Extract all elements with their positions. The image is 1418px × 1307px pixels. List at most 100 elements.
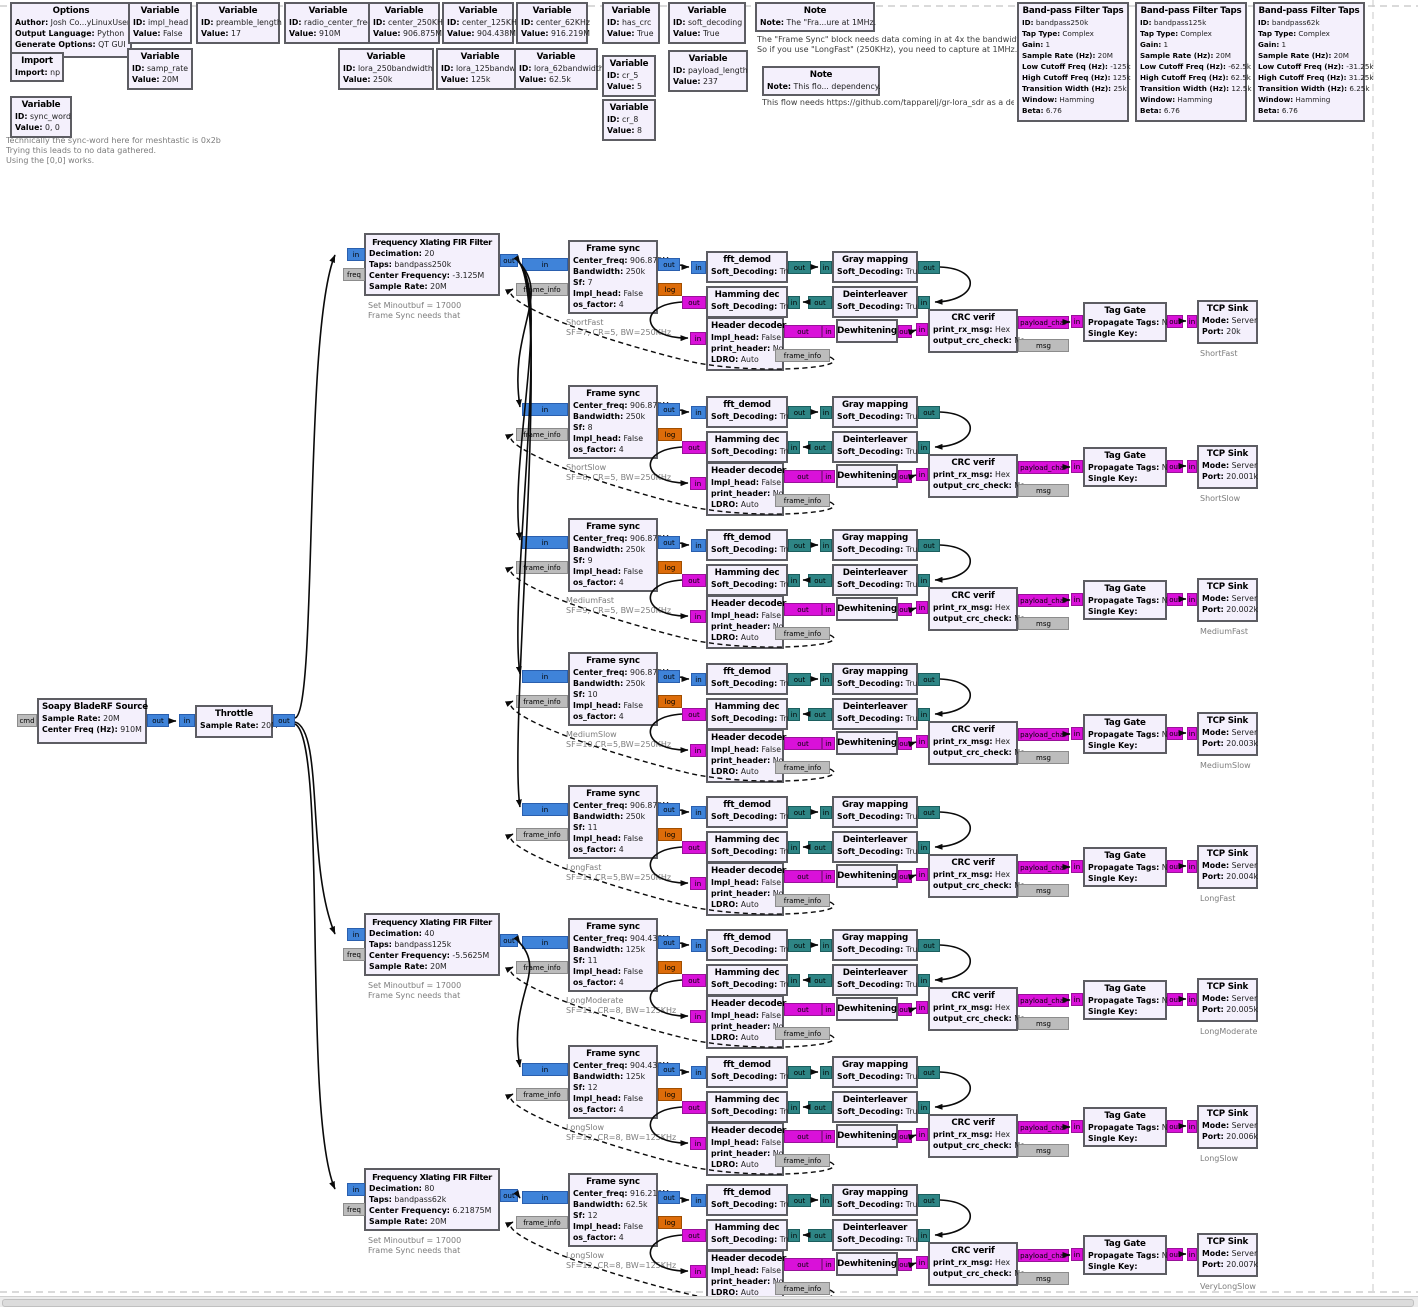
dewhitening-block-0[interactable]: Dewhitening — [836, 319, 898, 343]
port-ham0-in[interactable]: in — [788, 296, 800, 309]
port-crc2-payload[interactable]: payload_char — [1018, 594, 1069, 607]
port-deint7-in[interactable]: in — [918, 1229, 930, 1242]
tag-gate-block-2[interactable]: Tag GatePropagate Tags: NoSingle Key: — [1083, 580, 1167, 620]
port-ham7-in[interactable]: in — [788, 1229, 800, 1242]
port-hdr3-frame-info[interactable]: frame_info — [775, 761, 830, 774]
port-deint4-in[interactable]: in — [918, 841, 930, 854]
port-dewhit3-in[interactable]: in — [822, 737, 835, 750]
port-hdr5-out[interactable]: out — [784, 1003, 822, 1016]
port-ham2-in[interactable]: in — [788, 574, 800, 587]
frame-sync-block-3[interactable]: Frame syncCenter_freq: 906.875MBandwidth… — [568, 652, 658, 726]
frame-sync-block-1[interactable]: Frame syncCenter_freq: 906.875MBandwidth… — [568, 385, 658, 459]
soapy-bladerf-source-block[interactable]: Soapy BladeRF SourceSample Rate: 20MCent… — [37, 698, 147, 744]
port-tag3-in[interactable]: in — [1071, 727, 1083, 740]
crc-verif-block-6[interactable]: CRC verifprint_rx_msg: Hexoutput_crc_che… — [928, 1114, 1018, 1158]
port-fs0-in[interactable]: in — [522, 258, 568, 271]
port-dewhit1-out[interactable]: out — [898, 470, 912, 483]
port-throttle-out[interactable]: out — [273, 714, 295, 727]
deinterleaver-block-6[interactable]: DeinterleaverSoft_Decoding: True — [832, 1091, 918, 1123]
port-crc6-in[interactable]: in — [916, 1128, 928, 1141]
port-fft1-in[interactable]: in — [691, 406, 706, 419]
port-fft6-out[interactable]: out — [788, 1066, 811, 1079]
port-hdr7-out[interactable]: out — [784, 1258, 822, 1271]
port-hdr5-in[interactable]: in — [690, 1010, 706, 1023]
tag-gate-block-5[interactable]: Tag GatePropagate Tags: NoSingle Key: — [1083, 980, 1167, 1020]
fft-demod-block-2[interactable]: fft_demodSoft_Decoding: True — [706, 529, 788, 561]
port-fs4-log[interactable]: log — [658, 828, 682, 841]
variable-block-lora_125bandwidth[interactable]: VariableID: lora_125bandwidthValue: 125k — [436, 48, 524, 90]
header-decoder-block-0[interactable]: Header decoderImpl_head: Falseprint_head… — [706, 317, 784, 371]
fft-demod-block-3[interactable]: fft_demodSoft_Decoding: True — [706, 663, 788, 695]
tcp-sink-block-0[interactable]: TCP SinkMode: ServerPort: 20k — [1197, 300, 1258, 344]
port-gray6-out[interactable]: out — [918, 1066, 940, 1079]
port-fs7-out[interactable]: out — [658, 1191, 680, 1204]
port-hdr6-in[interactable]: in — [690, 1137, 706, 1150]
port-gray2-in[interactable]: in — [820, 539, 832, 552]
port-crc6-payload[interactable]: payload_char — [1018, 1121, 1069, 1134]
deinterleaver-block-1[interactable]: DeinterleaverSoft_Decoding: True — [832, 431, 918, 463]
port-deint3-out[interactable]: out — [808, 708, 832, 721]
frame-sync-block-4[interactable]: Frame syncCenter_freq: 906.875MBandwidth… — [568, 785, 658, 859]
port-fs6-out[interactable]: out — [658, 1063, 680, 1076]
hamming-dec-block-3[interactable]: Hamming decSoft_Decoding: True — [706, 698, 788, 730]
freq-xlating-fir-filter-block-1[interactable]: Frequency Xlating FIR FilterDecimation: … — [364, 913, 500, 976]
port-fs1-log[interactable]: log — [658, 428, 682, 441]
dewhitening-block-4[interactable]: Dewhitening — [836, 864, 898, 888]
bandpass-filter-taps-block-0[interactable]: Band-pass Filter TapsID: bandpass250kTap… — [1017, 2, 1129, 122]
port-gray6-in[interactable]: in — [820, 1066, 832, 1079]
tag-gate-block-4[interactable]: Tag GatePropagate Tags: NoSingle Key: — [1083, 847, 1167, 887]
port-fft6-in[interactable]: in — [691, 1066, 706, 1079]
port-fs4-frame-info[interactable]: frame_info — [516, 828, 568, 841]
port-dewhit1-in[interactable]: in — [822, 470, 835, 483]
port-tag4-out[interactable]: out — [1167, 860, 1183, 873]
port-ham5-out[interactable]: out — [682, 974, 706, 987]
gray-mapping-block-4[interactable]: Gray mappingSoft_Decoding: True — [832, 796, 918, 828]
port-fs3-frame-info[interactable]: frame_info — [516, 695, 568, 708]
bandpass-filter-taps-block-2[interactable]: Band-pass Filter TapsID: bandpass62kTap … — [1253, 2, 1365, 122]
port-gray1-in[interactable]: in — [820, 406, 832, 419]
header-decoder-block-3[interactable]: Header decoderImpl_head: Falseprint_head… — [706, 729, 784, 783]
port-gray3-in[interactable]: in — [820, 673, 832, 686]
port-ham1-in[interactable]: in — [788, 441, 800, 454]
tcp-sink-block-1[interactable]: TCP SinkMode: ServerPort: 20.001k — [1197, 445, 1258, 489]
port-fft2-in[interactable]: in — [691, 539, 706, 552]
port-deint2-in[interactable]: in — [918, 574, 930, 587]
tag-gate-block-6[interactable]: Tag GatePropagate Tags: NoSingle Key: — [1083, 1107, 1167, 1147]
variable-block-impl_head[interactable]: VariableID: impl_headValue: False — [128, 2, 192, 44]
port-fir1-freq[interactable]: freq — [343, 948, 365, 961]
tag-gate-block-0[interactable]: Tag GatePropagate Tags: NoSingle Key: — [1083, 302, 1167, 342]
header-decoder-block-4[interactable]: Header decoderImpl_head: Falseprint_head… — [706, 862, 784, 916]
note-block-dependency[interactable]: NoteNote: This flo... dependency. — [762, 66, 880, 96]
port-deint5-in[interactable]: in — [918, 974, 930, 987]
port-hdr1-in[interactable]: in — [690, 477, 706, 490]
port-deint0-out[interactable]: out — [808, 296, 832, 309]
frame-sync-block-5[interactable]: Frame syncCenter_freq: 904.438MBandwidth… — [568, 918, 658, 992]
port-crc4-payload[interactable]: payload_char — [1018, 861, 1069, 874]
port-gray4-out[interactable]: out — [918, 806, 940, 819]
variable-block-center_250KHz[interactable]: VariableID: center_250KHzValue: 906.875M — [368, 2, 440, 44]
gray-mapping-block-5[interactable]: Gray mappingSoft_Decoding: True — [832, 929, 918, 961]
scrollbar-thumb[interactable] — [2, 1299, 1414, 1307]
deinterleaver-block-5[interactable]: DeinterleaverSoft_Decoding: True — [832, 964, 918, 996]
port-dewhit7-out[interactable]: out — [898, 1258, 912, 1271]
port-tag6-in[interactable]: in — [1071, 1120, 1083, 1133]
port-crc6-msg[interactable]: msg — [1018, 1144, 1069, 1157]
port-crc3-msg[interactable]: msg — [1018, 751, 1069, 764]
port-fs7-log[interactable]: log — [658, 1216, 682, 1229]
port-fs6-in[interactable]: in — [522, 1063, 568, 1076]
port-fft0-in[interactable]: in — [691, 261, 706, 274]
port-crc1-msg[interactable]: msg — [1018, 484, 1069, 497]
hamming-dec-block-2[interactable]: Hamming decSoft_Decoding: True — [706, 564, 788, 596]
port-fft3-out[interactable]: out — [788, 673, 811, 686]
freq-xlating-fir-filter-block-2[interactable]: Frequency Xlating FIR FilterDecimation: … — [364, 1168, 500, 1231]
deinterleaver-block-7[interactable]: DeinterleaverSoft_Decoding: True — [832, 1219, 918, 1251]
port-dewhit4-in[interactable]: in — [822, 870, 835, 883]
port-fs7-in[interactable]: in — [522, 1191, 568, 1204]
header-decoder-block-5[interactable]: Header decoderImpl_head: Falseprint_head… — [706, 995, 784, 1049]
port-gray7-in[interactable]: in — [820, 1194, 832, 1207]
port-tcp4-in[interactable]: in — [1187, 860, 1197, 873]
port-hdr5-frame-info[interactable]: frame_info — [775, 1027, 830, 1040]
frame-sync-block-2[interactable]: Frame syncCenter_freq: 906.875MBandwidth… — [568, 518, 658, 592]
crc-verif-block-2[interactable]: CRC verifprint_rx_msg: Hexoutput_crc_che… — [928, 587, 1018, 631]
port-fft7-out[interactable]: out — [788, 1194, 811, 1207]
